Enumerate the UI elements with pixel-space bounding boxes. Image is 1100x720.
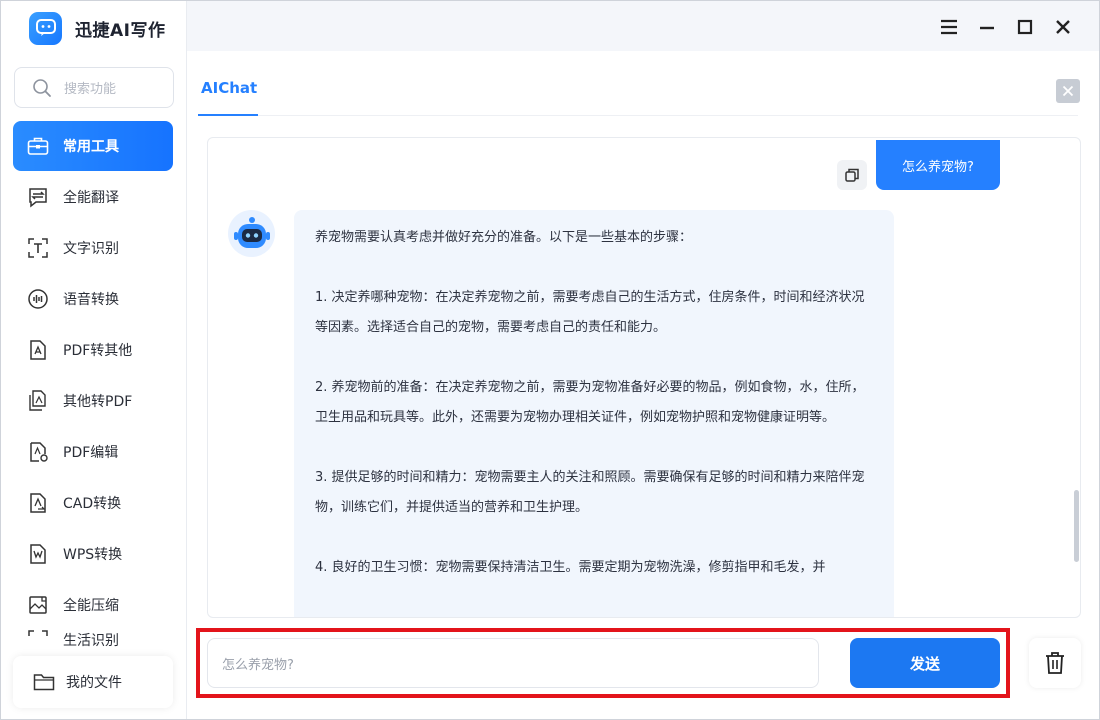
sidebar-item-label: 其他转PDF [63,393,133,410]
maximize-icon [1017,19,1033,35]
bot-paragraph: 2. 养宠物前的准备：在决定养宠物之前，需要为宠物准备好必要的物品，例如食物，水… [315,380,865,425]
main-panel: AIChat 怎么养宠物? 养宠物需要认真考虑并做好充分的准备。以下是一些基本的… [187,51,1099,719]
tab-divider [198,115,1078,116]
toolbox-icon [25,133,51,159]
highlight-box [196,628,1010,698]
sidebar-item-label: 常用工具 [63,139,119,155]
sidebar-item-label: 文字识别 [63,240,119,257]
tab-aichat[interactable]: AIChat [201,79,257,97]
folder-icon [33,674,55,691]
chat-scrollbar[interactable] [1074,490,1079,562]
sidebar-item-label: PDF转其他 [63,342,133,359]
bot-paragraph: 1. 决定养哪种宠物：在决定养宠物之前，需要考虑自己的生活方式，住房条件，时间和… [315,290,865,335]
menu-icon [941,19,957,35]
menu-button[interactable] [935,13,963,41]
voice-icon [25,286,51,312]
copy-button[interactable] [837,160,867,190]
chat-area[interactable]: 怎么养宠物? 养宠物需要认真考虑并做好充分的准备。以下是一些基本的步骤： 1. … [207,137,1081,618]
bot-avatar [228,210,275,257]
close-icon [1056,20,1070,34]
sidebar-item-life-scan[interactable]: 生活识别 [13,630,173,650]
sidebar-item-pdf-edit[interactable]: PDF编辑 [13,426,173,477]
app-title: 迅捷AI写作 [75,20,166,41]
bot-paragraph: 4. 良好的卫生习惯：宠物需要保持清洁卫生。需要定期为宠物洗澡，修剪指甲和毛发，… [315,560,826,575]
sidebar-item-label: PDF编辑 [63,444,119,461]
sidebar-item-common-tools[interactable]: 常用工具 [13,121,173,171]
close-panel-button[interactable] [1056,79,1080,103]
sidebar-item-pdf-to-other[interactable]: PDF转其他 [13,324,173,375]
tab-active-indicator [198,114,258,116]
sidebar-item-label: 生活识别 [63,633,119,649]
pdf-convert-icon [25,337,51,363]
sidebar-item-label: WPS转换 [63,546,123,563]
app-window: 迅捷AI写作 搜索功能 常用工具 全能翻译 文字识别 语音转换 PDF转其他 其… [0,0,1100,720]
sidebar-item-label: CAD转换 [63,495,122,512]
sidebar-item-label: 语音转换 [63,291,119,308]
minimize-icon [980,26,994,30]
sidebar-nav: 常用工具 全能翻译 文字识别 语音转换 PDF转其他 其他转PDF PDF编辑 … [13,121,173,650]
scan-icon [25,630,51,650]
search-icon [33,78,51,97]
search-placeholder: 搜索功能 [64,82,117,97]
translate-icon [25,184,51,210]
bot-message-bubble: 养宠物需要认真考虑并做好充分的准备。以下是一些基本的步骤： 1. 决定养哪种宠物… [294,210,894,617]
bot-paragraph: 3. 提供足够的时间和精力：宠物需要主人的关注和照顾。需要确保有足够的时间和精力… [315,470,865,515]
app-logo-icon [29,11,62,45]
pdf-edit-icon [25,439,51,465]
close-icon [1062,85,1074,97]
search-input[interactable]: 搜索功能 [14,67,174,108]
minimize-button[interactable] [973,13,1001,41]
user-message-bubble: 怎么养宠物? [876,140,1000,190]
sidebar-item-cad[interactable]: CAD转换 [13,477,173,528]
copy-icon [845,168,859,182]
wps-icon [25,541,51,567]
bot-paragraph: 养宠物需要认真考虑并做好充分的准备。以下是一些基本的步骤： [315,230,693,245]
sidebar-item-label: 全能翻译 [63,189,119,206]
compress-icon [25,592,51,618]
sidebar-item-other-to-pdf[interactable]: 其他转PDF [13,375,173,426]
sidebar-item-ocr[interactable]: 文字识别 [13,222,173,273]
brand: 迅捷AI写作 [29,11,165,45]
sidebar-item-label: 全能压缩 [63,597,119,614]
my-files-label: 我的文件 [66,675,122,691]
clear-chat-button[interactable] [1029,638,1081,688]
sidebar-item-translate[interactable]: 全能翻译 [13,171,173,222]
cad-icon [25,490,51,516]
sidebar: 迅捷AI写作 搜索功能 常用工具 全能翻译 文字识别 语音转换 PDF转其他 其… [1,1,187,719]
sidebar-item-compress[interactable]: 全能压缩 [13,579,173,630]
sidebar-item-wps[interactable]: WPS转换 [13,528,173,579]
sidebar-item-voice[interactable]: 语音转换 [13,273,173,324]
trash-icon [1046,652,1064,674]
my-files-button[interactable]: 我的文件 [13,656,173,708]
text-recognition-icon [25,235,51,261]
to-pdf-icon [25,388,51,414]
maximize-button[interactable] [1011,13,1039,41]
robot-icon [233,216,270,248]
close-window-button[interactable] [1049,13,1077,41]
